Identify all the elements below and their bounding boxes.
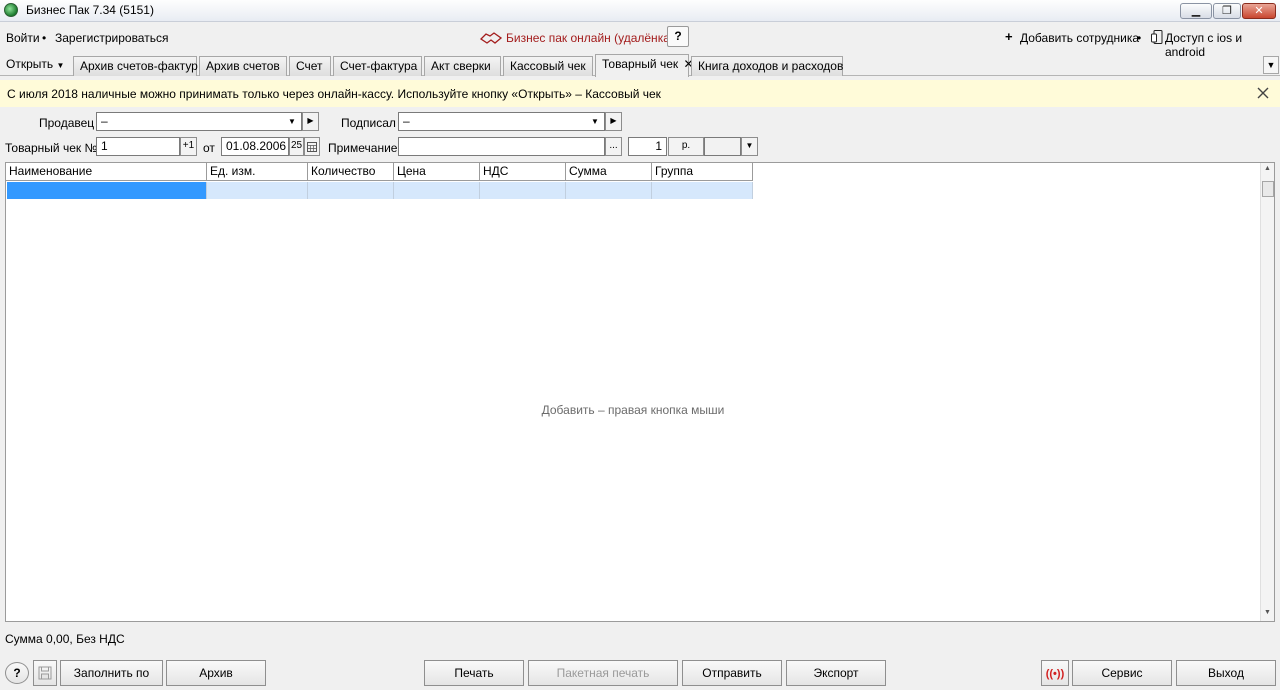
scroll-down-icon[interactable]: ▼: [1264, 609, 1271, 616]
tab-reconciliation[interactable]: Акт сверки: [424, 56, 501, 76]
table-cell[interactable]: [566, 182, 652, 199]
register-link[interactable]: Зарегистрироваться: [55, 31, 168, 45]
column-header-price[interactable]: Цена: [394, 163, 480, 181]
menu-separator-2: •: [1137, 31, 1142, 45]
play-right-icon: ▶: [610, 116, 617, 125]
date-input[interactable]: 01.08.2006: [221, 137, 289, 156]
close-window-button[interactable]: ✕: [1242, 3, 1276, 19]
send-button[interactable]: Отправить: [682, 660, 782, 686]
minimize-button[interactable]: ▁: [1180, 3, 1212, 19]
note-input[interactable]: [398, 137, 605, 156]
tab-cash-receipt[interactable]: Кассовый чек: [503, 56, 593, 76]
increment-number-button[interactable]: +1: [180, 137, 197, 156]
vertical-scrollbar[interactable]: ▲ ▼: [1260, 163, 1274, 621]
banner-close-icon[interactable]: [1256, 86, 1270, 100]
seller-dropdown-icon[interactable]: ▼: [288, 117, 296, 126]
banner-text: С июля 2018 наличные можно принимать тол…: [7, 87, 661, 101]
online-link-label: Бизнес пак онлайн (удалёнка): [506, 31, 674, 45]
tab-invoice-archive[interactable]: Архив счетов-фактур: [73, 56, 198, 76]
table-cell[interactable]: [308, 182, 394, 199]
table-cell[interactable]: [652, 182, 753, 199]
extra-dropdown-icon[interactable]: ▼: [741, 137, 758, 156]
currency-button[interactable]: р.: [668, 137, 704, 156]
receipt-number-label: Товарный чек №: [5, 141, 98, 155]
receipt-number-input[interactable]: 1: [96, 137, 180, 156]
tab-invoice[interactable]: Счет-фактура: [333, 56, 422, 76]
scroll-up-icon[interactable]: ▲: [1264, 165, 1271, 172]
add-employee-link[interactable]: Добавить сотрудника: [1020, 31, 1139, 45]
login-link[interactable]: Войти: [6, 31, 40, 45]
handshake-icon: [479, 31, 503, 45]
open-menu-label: Открыть: [6, 57, 54, 71]
title-bar: Бизнес Пак 7.34 (5151) ▁ ❐ ✕: [0, 0, 1280, 22]
help-button-icon[interactable]: ?: [5, 662, 29, 684]
help-icon[interactable]: ?: [667, 26, 689, 47]
table-cell[interactable]: [207, 182, 308, 199]
signal-broadcast-icon[interactable]: ((•)): [1041, 660, 1069, 686]
signed-label: Подписал: [341, 116, 396, 130]
mobile-device-icon: [1151, 30, 1163, 44]
column-header-quantity[interactable]: Количество: [308, 163, 394, 181]
fill-by-button[interactable]: Заполнить по: [60, 660, 163, 686]
maximize-button[interactable]: ❐: [1213, 3, 1241, 19]
quantity-input[interactable]: 1: [628, 137, 667, 156]
window-title: Бизнес Пак 7.34 (5151): [26, 3, 154, 17]
play-right-icon: ▶: [307, 116, 314, 125]
seller-open-button[interactable]: ▶: [302, 112, 319, 131]
open-menu-button[interactable]: Открыть ▼: [2, 55, 68, 75]
signed-select[interactable]: –: [398, 112, 605, 131]
batch-print-button[interactable]: Пакетная печать: [528, 660, 678, 686]
date-from-label: от: [203, 141, 215, 155]
seller-select[interactable]: –: [96, 112, 302, 131]
export-button[interactable]: Экспорт: [786, 660, 886, 686]
signed-open-button[interactable]: ▶: [605, 112, 622, 131]
top-menu: Войти • Зарегистрироваться Бизнес пак он…: [0, 24, 1280, 59]
tab-bar: Открыть ▼ Архив счетов-фактур Архив счет…: [0, 54, 1280, 77]
sum-status: Сумма 0,00, Без НДС: [5, 632, 125, 646]
extra-select[interactable]: [704, 137, 741, 156]
column-header-unit[interactable]: Ед. изм.: [207, 163, 308, 181]
note-ellipsis-button[interactable]: ...: [605, 137, 622, 156]
archive-button[interactable]: Архив: [166, 660, 266, 686]
calendar-icon[interactable]: [304, 137, 320, 156]
column-header-name[interactable]: Наименование: [6, 163, 207, 181]
tab-sales-receipt-label: Товарный чек: [602, 57, 679, 71]
note-label: Примечание: [328, 141, 398, 155]
seller-label: Продавец: [39, 116, 95, 130]
scroll-thumb[interactable]: [1262, 181, 1274, 197]
app-logo-icon: [4, 3, 18, 17]
signed-dropdown-icon[interactable]: ▼: [591, 117, 599, 126]
online-remote-link[interactable]: Бизнес пак онлайн (удалёнка): [479, 29, 674, 47]
column-header-vat[interactable]: НДС: [480, 163, 566, 181]
table-cell-selected[interactable]: [7, 182, 207, 199]
table-cell[interactable]: [480, 182, 566, 199]
service-button[interactable]: Сервис: [1072, 660, 1172, 686]
column-header-sum[interactable]: Сумма: [566, 163, 652, 181]
print-button[interactable]: Печать: [424, 660, 524, 686]
table-cell[interactable]: [394, 182, 480, 199]
save-disk-icon[interactable]: [33, 660, 57, 686]
tab-bill[interactable]: Счет: [289, 56, 331, 76]
plus-icon: +: [1005, 29, 1013, 44]
column-header-group[interactable]: Группа: [652, 163, 753, 181]
tabs-dropdown-icon[interactable]: ▼: [1263, 56, 1279, 74]
menu-separator: •: [42, 31, 47, 45]
day-button[interactable]: 25: [289, 137, 304, 156]
items-table[interactable]: Наименование Ед. изм. Количество Цена НД…: [5, 162, 1275, 622]
tab-income-expense-book[interactable]: Книга доходов и расходов: [691, 56, 843, 76]
tab-sales-receipt[interactable]: Товарный чек ✕: [595, 54, 694, 77]
info-banner: С июля 2018 наличные можно принимать тол…: [0, 80, 1280, 107]
chevron-down-icon: ▼: [56, 61, 65, 70]
tab-bill-archive[interactable]: Архив счетов: [199, 56, 287, 76]
exit-button[interactable]: Выход: [1176, 660, 1276, 686]
table-empty-hint: Добавить – правая кнопка мыши: [541, 403, 725, 417]
